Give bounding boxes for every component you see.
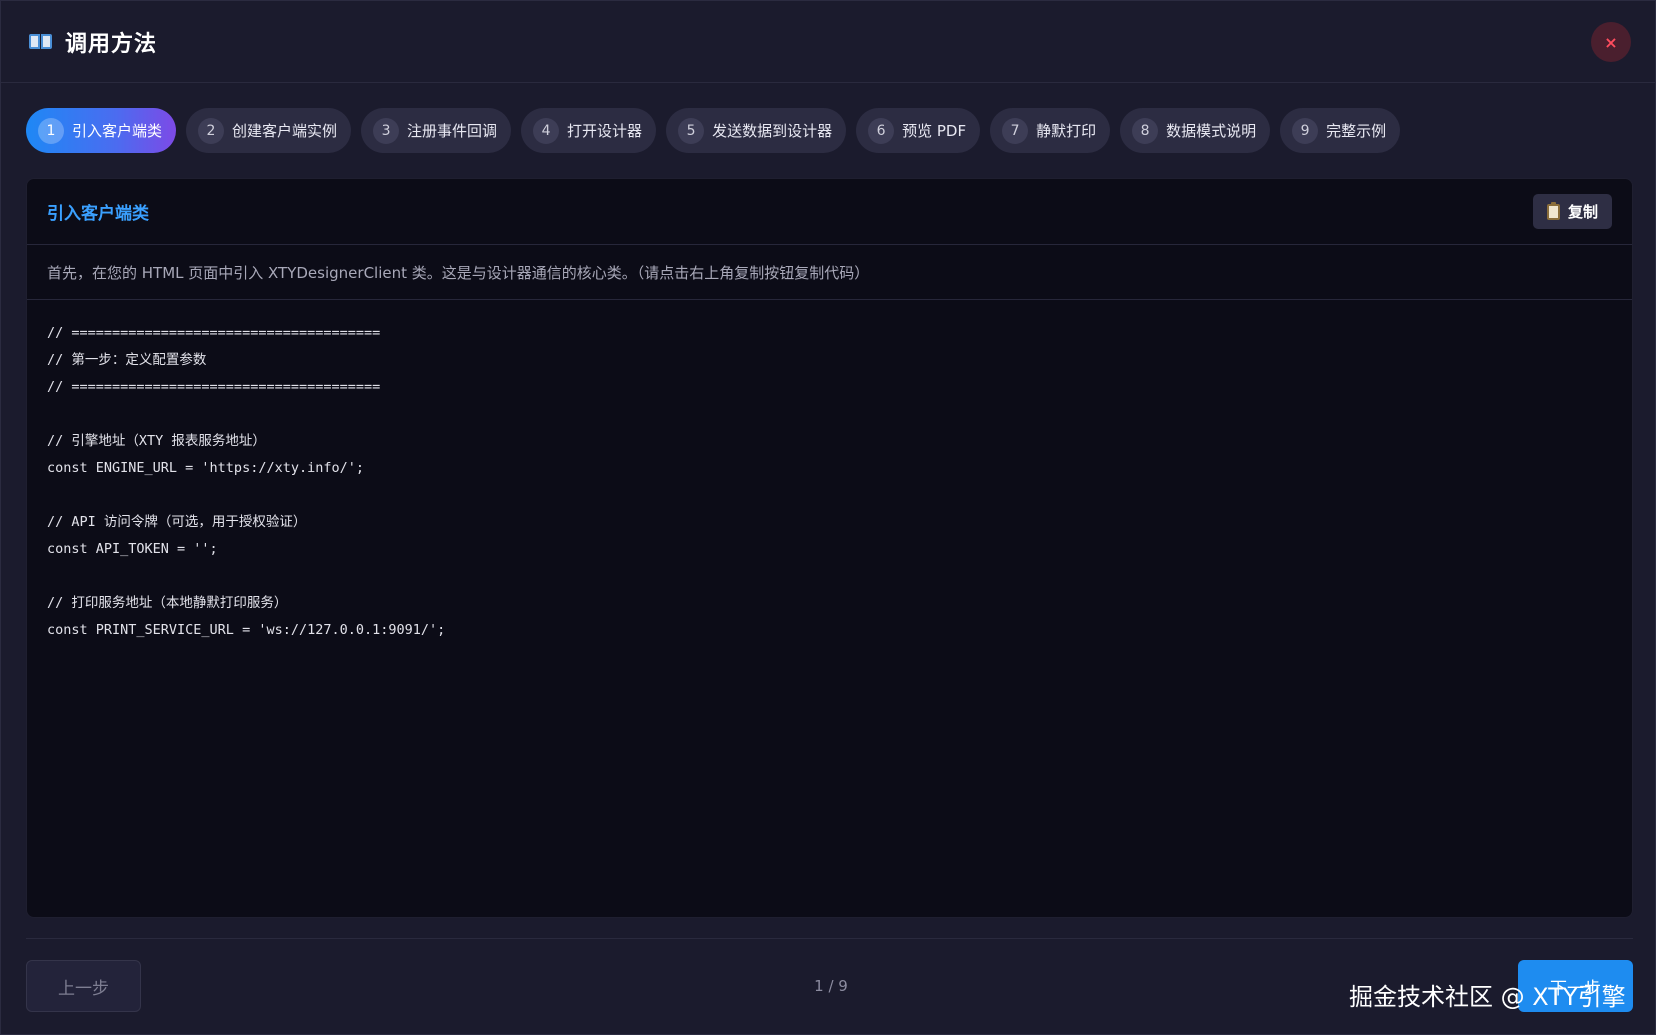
code-block: // =====================================… (27, 300, 1632, 664)
close-icon: × (1604, 32, 1618, 52)
tab-step-7[interactable]: 7 静默打印 (990, 108, 1111, 153)
panel-description: 首先，在您的 HTML 页面中引入 XTYDesignerClient 类。这是… (27, 245, 1632, 300)
copy-button[interactable]: 复制 (1532, 194, 1612, 229)
tab-step-3[interactable]: 3 注册事件回调 (361, 108, 512, 153)
code-line: // 第一步：定义配置参数 (47, 352, 207, 368)
code-line: // 引擎地址（XTY 报表服务地址） (47, 433, 266, 449)
step-number: 4 (533, 117, 560, 144)
code-line: const API_TOKEN = ''; (47, 541, 218, 557)
tab-step-6[interactable]: 6 预览 PDF (856, 108, 981, 153)
code-panel: 引入客户端类 复制 首先，在您的 HTML 页面中引入 XTYDesignerC… (26, 178, 1633, 918)
step-number: 1 (38, 117, 64, 144)
book-icon (29, 32, 53, 52)
method-modal: 调用方法 × 1 引入客户端类 2 创建客户端实例 3 注册事件回调 4 打开设计器 5 发送数据… (0, 0, 1656, 1035)
tab-step-2[interactable]: 2 创建客户端实例 (186, 108, 352, 153)
step-label: 数据模式说明 (1166, 122, 1257, 140)
code-line: // API 访问令牌（可选，用于授权验证） (47, 514, 307, 530)
code-line: // =====================================… (47, 379, 381, 395)
step-label: 完整示例 (1326, 122, 1387, 140)
watermark: 掘金技术社区 @ XTY引擎 (1349, 983, 1626, 1011)
modal-title: 调用方法 (65, 31, 158, 57)
panel-title: 引入客户端类 (47, 204, 149, 224)
step-number: 7 (1002, 117, 1029, 144)
step-number: 5 (678, 117, 705, 144)
step-number: 2 (198, 117, 225, 144)
tab-step-9[interactable]: 9 完整示例 (1280, 108, 1401, 153)
step-label: 发送数据到设计器 (712, 122, 833, 140)
code-line: // 打印服务地址（本地静默打印服务） (47, 595, 288, 611)
clipboard-icon (1546, 201, 1560, 220)
code-line: // =====================================… (47, 325, 381, 341)
tab-step-8[interactable]: 8 数据模式说明 (1120, 108, 1271, 153)
prev-step-button[interactable]: 上一步 (26, 960, 141, 1012)
step-tabs: 1 引入客户端类 2 创建客户端实例 3 注册事件回调 4 打开设计器 5 发送数据到设计器 6 预览… (26, 108, 1401, 153)
copy-label: 复制 (1567, 203, 1598, 221)
step-number: 6 (868, 117, 895, 144)
step-number: 3 (373, 117, 400, 144)
modal-header: 调用方法 × (1, 1, 1655, 83)
tab-step-5[interactable]: 5 发送数据到设计器 (666, 108, 847, 153)
code-line: const ENGINE_URL = 'https://xty.info/'; (47, 460, 364, 476)
panel-header: 引入客户端类 复制 (27, 179, 1632, 245)
step-label: 引入客户端类 (72, 122, 163, 140)
step-label: 静默打印 (1036, 122, 1097, 140)
step-label: 注册事件回调 (407, 122, 498, 140)
step-number: 9 (1292, 117, 1319, 144)
close-button[interactable]: × (1591, 22, 1631, 62)
step-label: 打开设计器 (567, 122, 643, 140)
step-number: 8 (1132, 117, 1159, 144)
tab-step-1[interactable]: 1 引入客户端类 (26, 108, 177, 153)
footer-divider (26, 938, 1633, 939)
code-line: const PRINT_SERVICE_URL = 'ws://127.0.0.… (47, 622, 446, 638)
page-indicator: 1 / 9 (814, 977, 848, 995)
tab-step-4[interactable]: 4 打开设计器 (521, 108, 657, 153)
step-label: 创建客户端实例 (232, 122, 338, 140)
step-label: 预览 PDF (902, 122, 967, 140)
